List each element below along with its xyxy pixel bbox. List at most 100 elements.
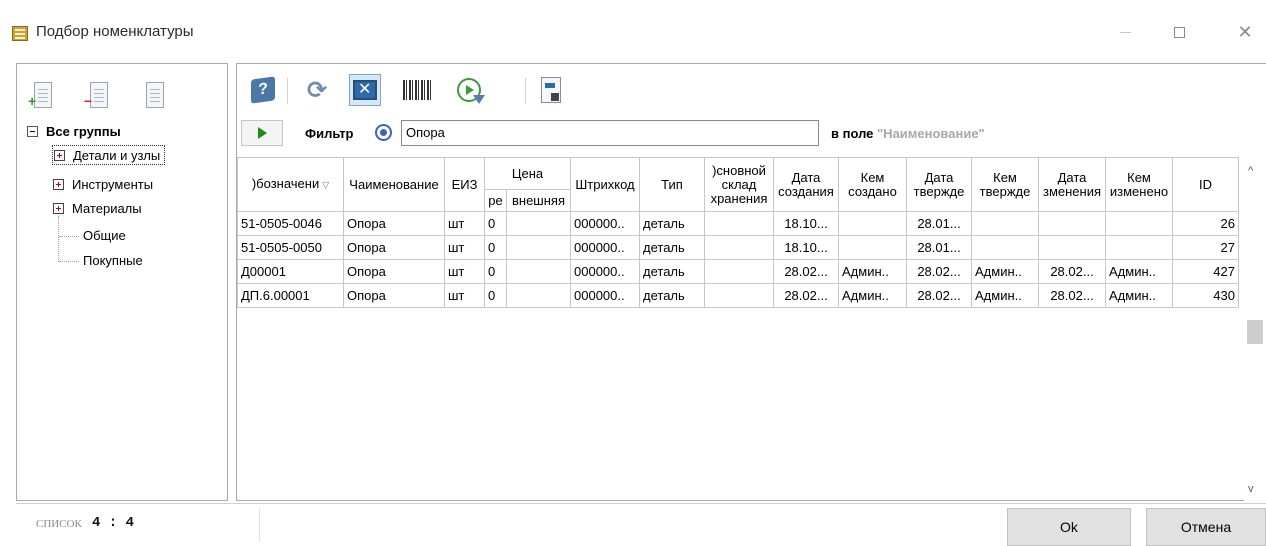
cell-name[interactable]: Опора <box>343 283 445 308</box>
tree-item-materials[interactable]: Материалы <box>53 198 142 218</box>
col-header-price-external[interactable]: внешняя <box>506 189 571 212</box>
cell-warehouse[interactable] <box>704 283 774 308</box>
tree-root-all-groups[interactable]: Все группы <box>27 124 121 139</box>
filter-radio[interactable] <box>375 124 392 141</box>
cell-unit[interactable]: шт <box>444 211 485 236</box>
barcode-button[interactable] <box>401 74 433 106</box>
col-header-created-date[interactable]: Дата создания <box>773 157 839 212</box>
cell-name[interactable]: Опора <box>343 235 445 260</box>
cell-modified-date[interactable]: 28.02... <box>1038 283 1106 308</box>
cell-created-date[interactable]: 18.10... <box>773 211 839 236</box>
cell-created-by[interactable]: Админ.. <box>838 259 907 284</box>
expand-icon[interactable] <box>53 202 64 214</box>
table-row[interactable]: Д00001 Опора шт 0 000000.. деталь 28.02... Адми… <box>237 259 1239 284</box>
add-group-button[interactable]: + <box>28 82 53 110</box>
col-header-modified-by[interactable]: Кем изменено <box>1105 157 1173 212</box>
cell-price-ext[interactable] <box>506 259 571 284</box>
display-mode-button[interactable] <box>349 74 381 106</box>
cell-unit[interactable]: шт <box>444 235 485 260</box>
cell-type[interactable]: деталь <box>639 235 705 260</box>
cell-modified-by[interactable]: Админ.. <box>1105 259 1173 284</box>
cell-approved-by[interactable]: Админ.. <box>971 259 1039 284</box>
remove-group-button[interactable]: − <box>84 82 109 110</box>
refresh-button[interactable]: ⟳ <box>301 74 333 106</box>
cell-price-int[interactable]: 0 <box>484 259 507 284</box>
cell-name[interactable]: Опора <box>343 259 445 284</box>
cell-price-ext[interactable] <box>506 235 571 260</box>
cell-barcode[interactable]: 000000.. <box>570 235 640 260</box>
ok-button[interactable]: Ok <box>1007 508 1131 546</box>
help-button[interactable]: ? <box>247 74 279 106</box>
cell-designation[interactable]: 51-0505-0050 <box>237 235 344 260</box>
cell-modified-date[interactable] <box>1038 235 1106 260</box>
cell-unit[interactable]: шт <box>444 283 485 308</box>
col-header-name[interactable]: Чаименование <box>343 157 445 212</box>
cell-price-ext[interactable] <box>506 283 571 308</box>
col-header-created-by[interactable]: Кем создано <box>838 157 907 212</box>
tree-item-tools[interactable]: Инструменты <box>53 174 153 194</box>
cell-created-date[interactable]: 28.02... <box>773 259 839 284</box>
col-header-approved-by[interactable]: Кем твержде <box>971 157 1039 212</box>
tree-item-general[interactable]: Общие <box>83 228 126 243</box>
cell-designation[interactable]: Д00001 <box>237 259 344 284</box>
export-button[interactable] <box>535 74 567 106</box>
cell-created-by[interactable] <box>838 235 907 260</box>
tree-item-purchased[interactable]: Покупные <box>83 253 143 268</box>
col-header-price-internal[interactable]: ре <box>484 189 507 212</box>
table-row[interactable]: 51-0505-0050 Опора шт 0 000000.. деталь 18.10.… <box>237 235 1239 260</box>
cell-approved-date[interactable]: 28.01... <box>906 235 972 260</box>
cell-id[interactable]: 27 <box>1172 235 1239 260</box>
cell-designation[interactable]: 51-0505-0046 <box>237 211 344 236</box>
maximize-button[interactable] <box>1156 14 1202 50</box>
run-filter-button[interactable] <box>453 74 485 106</box>
scroll-thumb[interactable] <box>1247 320 1263 344</box>
cell-warehouse[interactable] <box>704 259 774 284</box>
table-row[interactable]: ДП.6.00001 Опора шт 0 000000.. деталь 28.02...… <box>237 283 1239 308</box>
cell-approved-date[interactable]: 28.01... <box>906 211 972 236</box>
table-row[interactable]: 51-0505-0046 Опора шт 0 000000.. деталь 18.10.… <box>237 211 1239 236</box>
apply-filter-button[interactable] <box>241 120 283 146</box>
cell-price-int[interactable]: 0 <box>484 283 507 308</box>
filter-input[interactable]: Опора <box>401 120 819 146</box>
col-header-unit[interactable]: ЕИЗ <box>444 157 485 212</box>
col-header-barcode[interactable]: Штрихкод <box>570 157 640 212</box>
cell-modified-by[interactable] <box>1105 235 1173 260</box>
cell-approved-by[interactable]: Админ.. <box>971 283 1039 308</box>
minimize-button[interactable] <box>1102 14 1148 50</box>
scroll-up-icon[interactable]: ^ <box>1248 165 1253 177</box>
cell-id[interactable]: 430 <box>1172 283 1239 308</box>
cell-approved-date[interactable]: 28.02... <box>906 283 972 308</box>
expand-icon[interactable] <box>54 149 65 161</box>
scroll-down-icon[interactable]: v <box>1248 483 1254 495</box>
cell-unit[interactable]: шт <box>444 259 485 284</box>
collapse-icon[interactable] <box>27 126 38 137</box>
cell-created-date[interactable]: 18.10... <box>773 235 839 260</box>
cell-approved-by[interactable] <box>971 235 1039 260</box>
cell-id[interactable]: 26 <box>1172 211 1239 236</box>
vertical-scrollbar[interactable]: ^ v <box>1244 157 1266 501</box>
cell-barcode[interactable]: 000000.. <box>570 283 640 308</box>
cell-id[interactable]: 427 <box>1172 259 1239 284</box>
col-header-modified-date[interactable]: Дата зменения <box>1038 157 1106 212</box>
cell-type[interactable]: деталь <box>639 259 705 284</box>
nomenclature-table[interactable]: )бозначени ▽ Чаименование ЕИЗ Цена Штрихк… <box>237 157 1244 501</box>
cell-modified-by[interactable] <box>1105 211 1173 236</box>
cell-designation[interactable]: ДП.6.00001 <box>237 283 344 308</box>
cell-price-ext[interactable] <box>506 211 571 236</box>
col-header-id[interactable]: ID <box>1172 157 1239 212</box>
cell-created-date[interactable]: 28.02... <box>773 283 839 308</box>
cell-price-int[interactable]: 0 <box>484 235 507 260</box>
cell-type[interactable]: деталь <box>639 283 705 308</box>
cell-created-by[interactable] <box>838 211 907 236</box>
cell-type[interactable]: деталь <box>639 211 705 236</box>
close-button[interactable]: ✕ <box>1222 14 1266 50</box>
cell-price-int[interactable]: 0 <box>484 211 507 236</box>
cell-warehouse[interactable] <box>704 235 774 260</box>
cell-modified-date[interactable] <box>1038 211 1106 236</box>
cell-approved-date[interactable]: 28.02... <box>906 259 972 284</box>
cell-modified-date[interactable]: 28.02... <box>1038 259 1106 284</box>
col-header-price[interactable]: Цена <box>484 157 571 190</box>
col-header-approved-date[interactable]: Дата твержде <box>906 157 972 212</box>
col-header-type[interactable]: Тип <box>639 157 705 212</box>
title-bar[interactable]: Подбор номенклатуры ✕ <box>0 0 1266 62</box>
